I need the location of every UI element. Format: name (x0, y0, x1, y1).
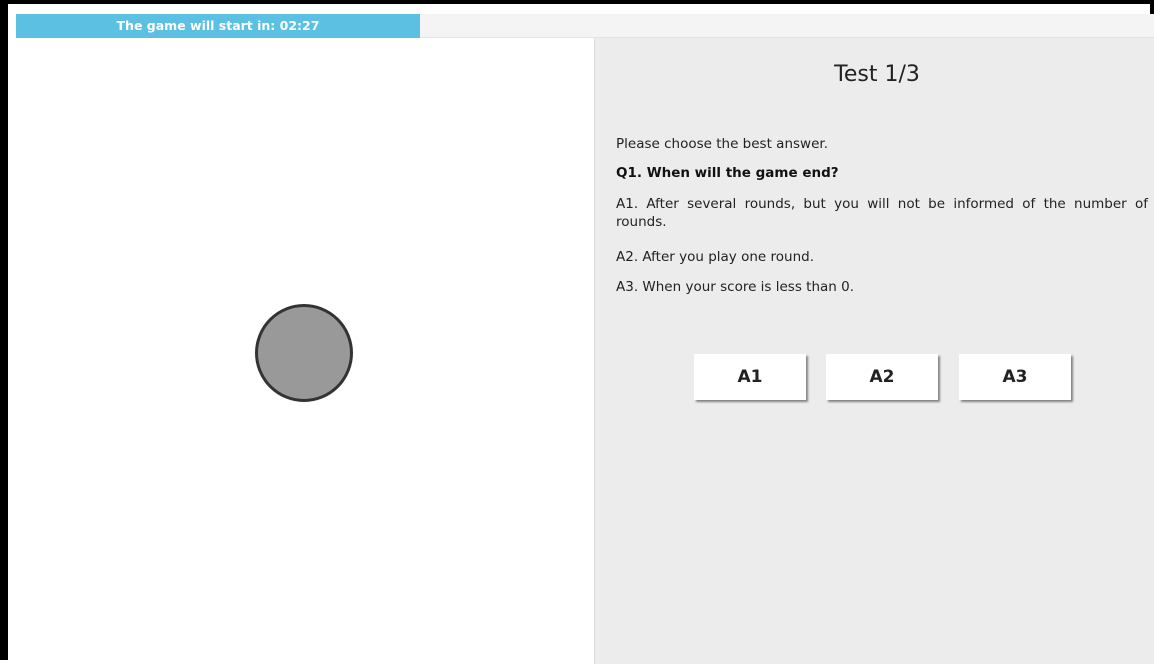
game-window: The game will start in: 02:27 Test 1/3 P… (0, 0, 1154, 664)
answer-a1-button[interactable]: A1 (694, 354, 806, 400)
answer-option-a2: A2. After you play one round. (616, 249, 814, 265)
game-area (16, 38, 592, 664)
test-title: Test 1/3 (834, 62, 920, 87)
gray-circle-icon (255, 304, 353, 402)
question-text: Q1. When will the game end? (616, 165, 839, 181)
countdown-timer: The game will start in: 02:27 (16, 14, 420, 38)
answer-option-a1: A1. After several rounds, but you will n… (616, 196, 1148, 230)
test-panel: Test 1/3 Please choose the best answer. … (594, 38, 1154, 664)
timer-track (420, 14, 1154, 38)
answer-a3-button[interactable]: A3 (959, 354, 1071, 400)
answer-a2-button[interactable]: A2 (826, 354, 938, 400)
instruction-text: Please choose the best answer. (616, 136, 828, 152)
answer-option-a3: A3. When your score is less than 0. (616, 279, 855, 295)
